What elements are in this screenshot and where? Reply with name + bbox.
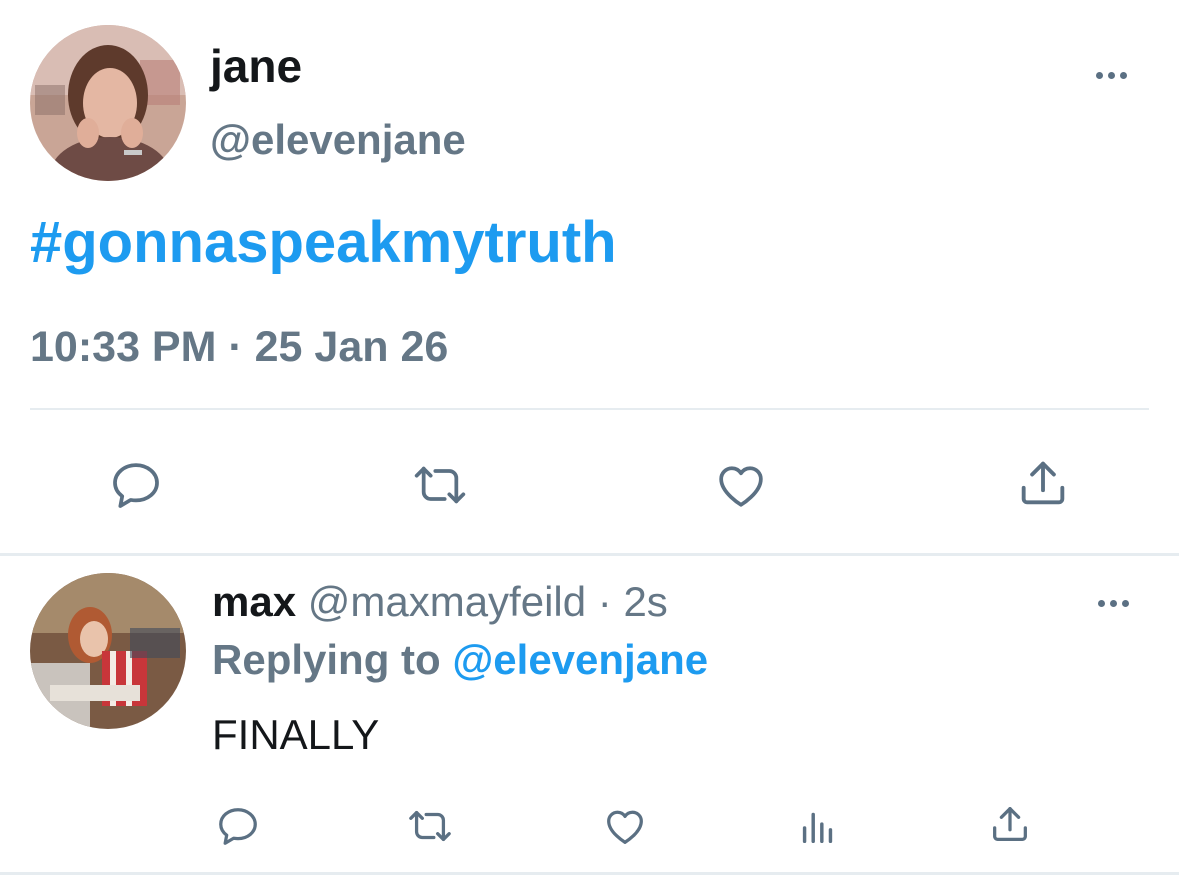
- divider: [30, 408, 1149, 410]
- share-icon[interactable]: [1012, 452, 1074, 514]
- like-icon[interactable]: [600, 802, 650, 850]
- reply-tweet-text: FINALLY: [212, 711, 380, 758]
- bottom-divider: [0, 872, 1179, 875]
- reply-icon[interactable]: [214, 802, 262, 850]
- reply-time-ago[interactable]: 2s: [623, 578, 667, 625]
- tweet-hashtag-text[interactable]: #gonnaspeakmytruth: [30, 210, 617, 276]
- retweet-icon[interactable]: [402, 802, 458, 850]
- reply-more-options-icon[interactable]: [1098, 598, 1129, 608]
- retweet-icon[interactable]: [405, 455, 475, 515]
- max-avatar[interactable]: [30, 573, 186, 729]
- section-divider: [0, 553, 1179, 556]
- reply-author-display-name[interactable]: max: [212, 578, 296, 625]
- like-icon[interactable]: [710, 455, 772, 515]
- author-display-name[interactable]: jane: [210, 38, 302, 94]
- header-separator: ·: [586, 578, 624, 625]
- replying-to-line: Replying to @elevenjane: [212, 632, 708, 688]
- reply-icon[interactable]: [106, 455, 166, 515]
- analytics-icon[interactable]: [794, 802, 842, 850]
- tweet-timestamp: 10:33 PM · 25 Jan 26: [30, 323, 449, 371]
- replying-to-handle-link[interactable]: @elevenjane: [452, 636, 708, 683]
- more-options-icon[interactable]: [1096, 70, 1127, 80]
- reply-header: max @maxmayfeild · 2s: [212, 574, 668, 630]
- share-icon[interactable]: [986, 800, 1034, 848]
- replying-to-label: Replying to: [212, 636, 441, 683]
- author-handle[interactable]: @elevenjane: [210, 112, 466, 168]
- jane-avatar[interactable]: [30, 25, 186, 181]
- reply-author-handle[interactable]: @maxmayfeild: [308, 578, 586, 625]
